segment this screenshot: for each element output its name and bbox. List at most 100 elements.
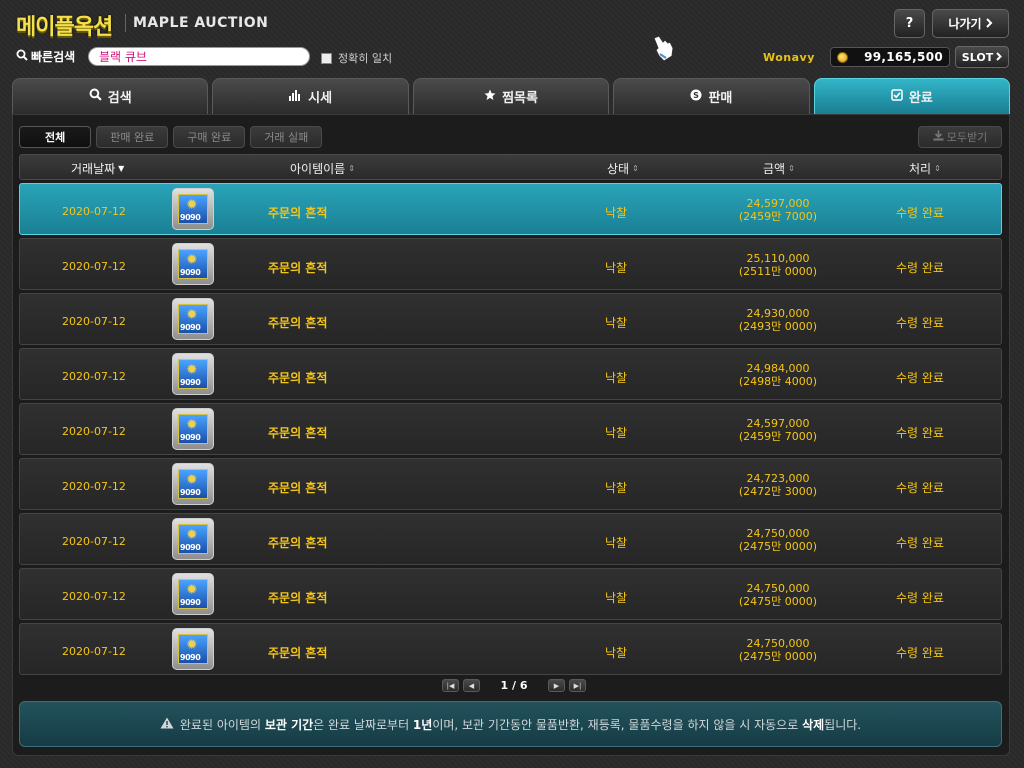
filter-failed[interactable]: 거래 실패 bbox=[250, 126, 323, 148]
column-state[interactable]: 상태 ⇕ bbox=[607, 160, 639, 177]
last-page-button[interactable]: ▶| bbox=[569, 679, 586, 692]
search-icon bbox=[16, 49, 28, 64]
scroll-icon: ✹ 9090 bbox=[178, 579, 208, 609]
row-item-name: 주문의 흔적 bbox=[268, 316, 328, 330]
exact-match-checkbox[interactable]: 정확히 일치 bbox=[321, 50, 392, 66]
tab-search[interactable]: 검색 bbox=[12, 78, 209, 114]
row-price-korean: (2472만 3000) bbox=[738, 485, 818, 498]
help-button[interactable]: ? bbox=[894, 9, 925, 38]
tab-wishlist[interactable]: 찜목록 bbox=[412, 78, 610, 114]
table-row[interactable]: 2020-07-12 ✹ 9090 주문의 흔적 낙찰 24,750,000 (2475만 … bbox=[19, 623, 1002, 675]
item-scroll-icon[interactable]: ✹ 9090 bbox=[172, 518, 214, 560]
tab-label: 검색 bbox=[107, 91, 132, 106]
table-row[interactable]: 2020-07-12 ✹ 9090 주문의 흔적 낙찰 24,930,000 (2493만 … bbox=[19, 293, 1002, 345]
quick-search-input[interactable] bbox=[88, 47, 310, 66]
table-row[interactable]: 2020-07-12 ✹ 9090 주문의 흔적 낙찰 25,110,000 (2511만 … bbox=[19, 238, 1002, 290]
row-date: 2020-07-12 bbox=[62, 315, 126, 328]
item-scroll-icon[interactable]: ✹ 9090 bbox=[172, 188, 214, 230]
row-state: 낙찰 bbox=[605, 261, 628, 275]
column-date[interactable]: 거래날짜 ▼ bbox=[71, 160, 124, 177]
column-state-label: 상태 bbox=[607, 162, 630, 176]
table-row[interactable]: 2020-07-12 ✹ 9090 주문의 흔적 낙찰 24,750,000 (2475만 … bbox=[19, 568, 1002, 620]
table-row[interactable]: 2020-07-12 ✹ 9090 주문의 흔적 낙찰 24,750,000 (2475만 … bbox=[19, 513, 1002, 565]
row-price-korean: (2475만 0000) bbox=[738, 595, 818, 608]
row-item-name: 주문의 흔적 bbox=[268, 481, 328, 495]
download-icon bbox=[933, 130, 944, 144]
item-icon-number: 9090 bbox=[180, 488, 201, 497]
row-item-name: 주문의 흔적 bbox=[268, 591, 328, 605]
meso-value: 99,165,500 bbox=[864, 50, 943, 64]
item-scroll-icon[interactable]: ✹ 9090 bbox=[172, 463, 214, 505]
gear-icon: ✹ bbox=[186, 582, 198, 598]
filter-sold[interactable]: 판매 완료 bbox=[96, 126, 169, 148]
filter-bar: 전체 판매 완료 구매 완료 거래 실패 bbox=[19, 126, 323, 148]
warning-icon bbox=[160, 717, 174, 732]
row-process: 수령 완료 bbox=[896, 261, 944, 275]
header: 메이플옥션 MAPLE AUCTION 빠른검색 정확히 일치 ? 나가기 Wo… bbox=[0, 0, 1024, 76]
tab-label: 시세 bbox=[308, 91, 333, 106]
checkbox[interactable] bbox=[321, 52, 332, 64]
column-item-name[interactable]: 아이템이름 ⇕ bbox=[290, 160, 355, 177]
next-page-button[interactable]: ▶ bbox=[548, 679, 565, 692]
exit-button[interactable]: 나가기 bbox=[932, 9, 1009, 38]
row-date: 2020-07-12 bbox=[62, 590, 126, 603]
item-scroll-icon[interactable]: ✹ 9090 bbox=[172, 243, 214, 285]
column-price[interactable]: 금액 ⇕ bbox=[763, 160, 795, 177]
meso-balance: 99,165,500 bbox=[830, 47, 950, 67]
table-row[interactable]: 2020-07-12 ✹ 9090 주문의 흔적 낙찰 24,984,000 (2498만 … bbox=[19, 348, 1002, 400]
item-scroll-icon[interactable]: ✹ 9090 bbox=[172, 298, 214, 340]
row-date: 2020-07-12 bbox=[62, 370, 126, 383]
column-process-label: 처리 bbox=[909, 162, 932, 176]
logo-english: MAPLE AUCTION bbox=[133, 15, 269, 31]
sort-icon: ⇕ bbox=[632, 164, 639, 173]
column-process[interactable]: 처리 ⇕ bbox=[909, 160, 941, 177]
row-item-name: 주문의 흔적 bbox=[268, 536, 328, 550]
table-row[interactable]: 2020-07-12 ✹ 9090 주문의 흔적 낙찰 24,597,000 (2459만 … bbox=[19, 403, 1002, 455]
row-process: 수령 완료 bbox=[896, 206, 944, 220]
table-row[interactable]: 2020-07-12 ✹ 9090 주문의 흔적 낙찰 24,597,000 (2459만 … bbox=[19, 183, 1002, 235]
row-price-korean: (2459만 7000) bbox=[738, 430, 818, 443]
item-icon-number: 9090 bbox=[180, 378, 201, 387]
scroll-icon: ✹ 9090 bbox=[178, 469, 208, 499]
item-scroll-icon[interactable]: ✹ 9090 bbox=[172, 573, 214, 615]
gear-icon: ✹ bbox=[186, 362, 198, 378]
quick-search-label: 빠른검색 bbox=[16, 48, 75, 65]
sort-icon: ⇕ bbox=[934, 164, 941, 173]
item-icon-number: 9090 bbox=[180, 543, 201, 552]
gear-icon: ✹ bbox=[186, 197, 198, 213]
svg-text:S: S bbox=[694, 91, 700, 100]
username: Wonavy bbox=[763, 51, 815, 64]
row-price-korean: (2475만 0000) bbox=[738, 540, 818, 553]
row-process: 수령 완료 bbox=[896, 426, 944, 440]
meso-coin-icon bbox=[837, 51, 848, 63]
logo-divider bbox=[125, 14, 126, 32]
row-process: 수령 완료 bbox=[896, 646, 944, 660]
row-price-value: 24,984,000 bbox=[746, 362, 810, 375]
filter-bought[interactable]: 구매 완료 bbox=[173, 126, 246, 148]
search-icon bbox=[89, 88, 102, 105]
logo-korean: 메이플옥션 bbox=[16, 15, 113, 40]
slot-button[interactable]: SLOT bbox=[955, 46, 1009, 68]
row-price: 24,750,000 (2475만 0000) bbox=[720, 582, 836, 608]
tab-completed[interactable]: 완료 bbox=[813, 78, 1011, 114]
item-scroll-icon[interactable]: ✹ 9090 bbox=[172, 628, 214, 670]
row-price: 24,984,000 (2498만 4000) bbox=[720, 362, 836, 388]
notice-part: 됩니다. bbox=[824, 717, 862, 732]
row-state: 낙찰 bbox=[605, 536, 628, 550]
item-scroll-icon[interactable]: ✹ 9090 bbox=[172, 353, 214, 395]
tab-sell[interactable]: S 판매 bbox=[613, 78, 810, 114]
receive-all-button[interactable]: 모두받기 bbox=[918, 126, 1002, 148]
exact-match-label: 정확히 일치 bbox=[338, 52, 393, 65]
item-scroll-icon[interactable]: ✹ 9090 bbox=[172, 408, 214, 450]
row-price-value: 24,597,000 bbox=[746, 417, 810, 430]
filter-all[interactable]: 전체 bbox=[19, 126, 92, 148]
row-state: 낙찰 bbox=[605, 591, 628, 605]
row-state: 낙찰 bbox=[605, 646, 628, 660]
prev-page-button[interactable]: ◀ bbox=[463, 679, 480, 692]
row-price-korean: (2511만 0000) bbox=[738, 265, 818, 278]
tab-market-price[interactable]: 시세 bbox=[212, 78, 409, 114]
row-state: 낙찰 bbox=[605, 371, 628, 385]
table-row[interactable]: 2020-07-12 ✹ 9090 주문의 흔적 낙찰 24,723,000 (2472만 … bbox=[19, 458, 1002, 510]
scroll-icon: ✹ 9090 bbox=[178, 359, 208, 389]
first-page-button[interactable]: |◀ bbox=[442, 679, 459, 692]
